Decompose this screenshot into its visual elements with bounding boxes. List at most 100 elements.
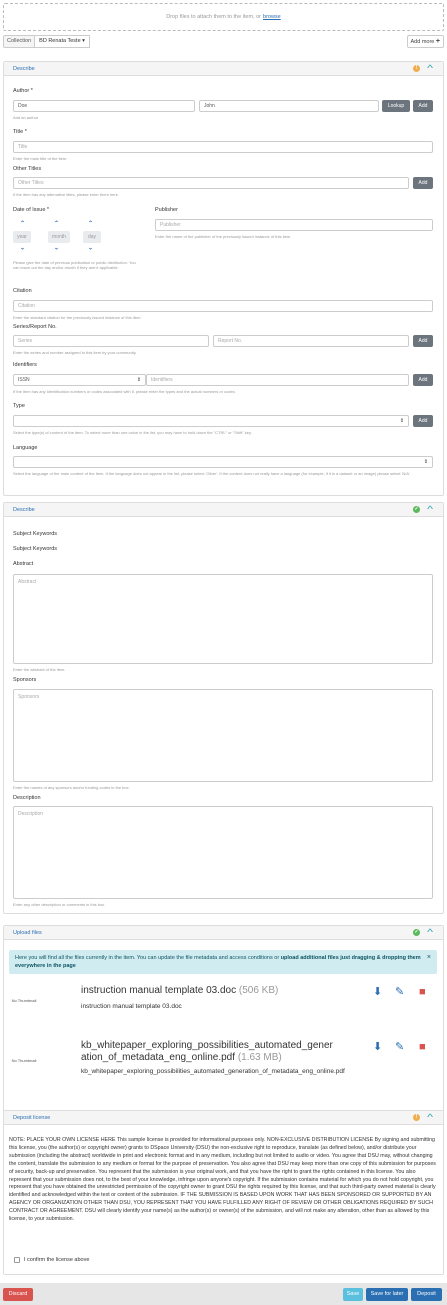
add-more-button[interactable]: Add more + [406,35,444,48]
license-text: NOTE: PLACE YOUR OWN LICENSE HERE This s… [9,1137,436,1223]
year-down-icon[interactable]: ⌃ [20,243,25,250]
file-name: instruction manual template 03.doc (506 … [81,985,278,997]
chevron-up-icon[interactable]: ^ [427,927,433,937]
add-more-label: Add more [410,39,435,45]
save-button[interactable]: Save [343,1288,363,1301]
publisher-input[interactable]: Publisher [155,219,433,231]
identifier-type-select[interactable]: ISSN ⇕ [13,374,146,386]
download-icon[interactable]: ⬇ [373,1042,382,1053]
author-hint: Add an author [13,115,39,120]
file-dropzone[interactable]: Drop files to attach them to the item, o… [3,3,444,31]
add-identifier-button[interactable]: Add [413,374,433,386]
abstract-hint: Enter the abstract of the item. [13,667,66,672]
file-name-text: instruction manual template 03.doc [81,985,237,996]
author-first-name-input[interactable]: John [199,100,379,112]
type-select[interactable]: ⇕ [13,415,409,427]
other-titles-input[interactable]: Other Titles [13,177,409,189]
month-down-icon[interactable]: ⌃ [54,243,59,250]
report-no-input[interactable]: Report No. [213,335,409,347]
trash-icon[interactable]: ■ [419,987,426,998]
describe-panel-2: Describe ✓ ^ Subject Keywords Subject Ke… [3,502,444,914]
add-series-button[interactable]: Add [413,335,433,347]
title-hint: Enter the main title of the item. [13,156,68,161]
other-titles-label: Other Titles [13,166,42,172]
file-title: instruction manual template 03.doc [81,1003,182,1010]
download-icon[interactable]: ⬇ [373,987,382,998]
language-label: Language [13,445,38,451]
day-input[interactable]: day [83,231,101,243]
add-other-title-button[interactable]: Add [413,177,433,189]
deposit-button[interactable]: Deposit [411,1288,442,1301]
confirm-label: I confirm the license above [24,1257,90,1263]
panel-title: Describe [13,66,35,72]
upload-panel-header[interactable]: Upload files ✓ ^ [4,926,443,940]
file-title: kb_whitepaper_exploring_possibilities_au… [81,1068,345,1075]
chevron-up-icon[interactable]: ^ [427,1112,433,1122]
file-item: No Thumbnail instruction manual template… [9,985,437,1025]
add-author-button[interactable]: Add [413,100,433,112]
sponsors-textarea[interactable]: Sponsors [13,689,433,782]
file-size: (506 KB) [238,985,279,996]
panel-title: Describe [13,507,35,513]
notice-text: Here you will find all the files current… [15,955,280,961]
publisher-label: Publisher [155,207,178,213]
panel-title: Upload files [13,930,42,936]
file-name-text: kb_whitepaper_exploring_possibilities_au… [81,1040,333,1063]
day-up-icon[interactable]: ⌃ [88,220,93,227]
caret-down-icon: ▾ [82,38,85,44]
add-type-button[interactable]: Add [413,415,433,427]
month-up-icon[interactable]: ⌃ [54,220,59,227]
license-confirm[interactable]: I confirm the license above [14,1257,89,1263]
date-label: Date of Issue * [13,207,50,213]
license-panel-header[interactable]: Deposit license ! ^ [4,1111,443,1125]
collection-bar: Collection BD Renata Teste ▾ Add more + [3,35,444,48]
select-arrows-icon: ⇕ [423,459,428,465]
title-input[interactable]: Title [13,141,433,153]
identifiers-input[interactable]: Identifiers [146,374,409,386]
abstract-textarea[interactable]: Abstract [13,574,433,664]
footer-bar: Discard Save Save for later Deposit [0,1283,447,1305]
type-label: Type [13,403,25,409]
save-for-later-button[interactable]: Save for later [366,1288,408,1301]
subject-keywords-label: Subject Keywords [13,531,58,537]
series-label: Series/Report No. [13,324,57,330]
month-input[interactable]: month [48,231,70,243]
trash-icon[interactable]: ■ [419,1042,426,1053]
file-size: (1.63 MB) [237,1052,282,1063]
chevron-up-icon[interactable]: ^ [427,504,433,514]
select-arrows-icon: ⇕ [136,377,141,383]
language-select[interactable]: ⇕ [13,456,433,468]
year-input[interactable]: year [13,231,31,243]
identifier-type-value: ISSN [18,377,30,383]
chevron-up-icon[interactable]: ^ [427,63,433,73]
describe-panel-header[interactable]: Describe ! ^ [4,62,443,76]
language-hint: Select the language of the main content … [13,471,411,476]
publisher-hint: Enter the name of the publisher of the p… [155,234,292,239]
date-hint: Please give the date of previous publica… [13,260,136,270]
browse-link[interactable]: browse [263,14,281,20]
sponsors-label: Sponsors [13,677,37,683]
collection-value: BD Renata Teste [39,38,81,44]
describe-panel: Describe ! ^ Author * Doe John Lookup Ad… [3,61,444,496]
panel-title: Deposit license [13,1115,51,1121]
close-icon[interactable]: × [427,954,431,962]
author-last-name-input[interactable]: Doe [13,100,195,112]
citation-input[interactable]: Citation [13,300,433,312]
description-textarea[interactable]: Description [13,806,433,899]
abstract-label: Abstract [13,561,34,567]
sponsors-hint: Enter the names of any sponsors and/or f… [13,785,130,790]
describe-panel-2-header[interactable]: Describe ✓ ^ [4,503,443,517]
year-up-icon[interactable]: ⌃ [20,220,25,227]
lookup-button[interactable]: Lookup [382,100,410,112]
confirm-checkbox[interactable] [14,1257,20,1263]
edit-icon[interactable]: ✎ [395,1042,404,1053]
other-titles-hint: If the item has any alternative titles, … [13,192,120,197]
discard-button[interactable]: Discard [3,1288,33,1301]
type-hint: Select the type(s) of content of the ite… [13,430,252,435]
warning-icon: ! [413,65,420,72]
series-input[interactable]: Series [13,335,209,347]
collection-select[interactable]: BD Renata Teste ▾ [35,35,90,48]
day-down-icon[interactable]: ⌃ [88,243,93,250]
edit-icon[interactable]: ✎ [395,987,404,998]
select-arrows-icon: ⇕ [399,418,404,424]
